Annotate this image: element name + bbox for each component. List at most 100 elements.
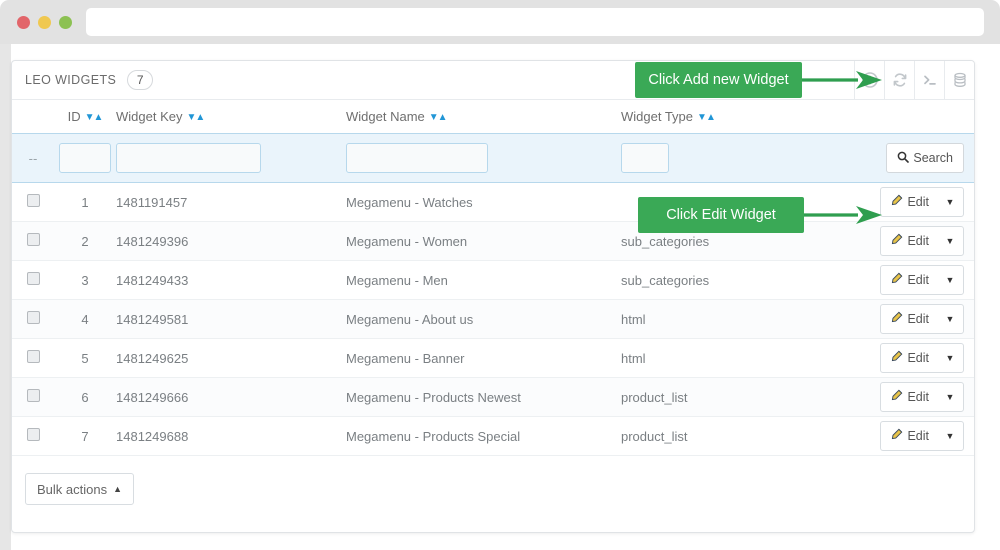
row-widget-key: 1481249625 (116, 339, 346, 378)
row-checkbox-cell (12, 261, 54, 300)
row-widget-type: html (621, 339, 831, 378)
header-widget-key[interactable]: Widget Key ▼▲ (116, 100, 346, 134)
row-widget-type: html (621, 300, 831, 339)
arrow-to-add-button (800, 68, 884, 92)
left-rail (0, 44, 11, 550)
edit-button[interactable]: Edit (881, 422, 937, 450)
edit-button[interactable]: Edit (881, 305, 937, 333)
bulk-actions-button[interactable]: Bulk actions ▲ (25, 473, 134, 505)
row-widget-key: 1481249688 (116, 417, 346, 456)
edit-button-group[interactable]: Edit▼ (880, 304, 964, 334)
table-row[interactable]: 71481249688Megamenu - Products Specialpr… (12, 417, 975, 456)
database-button[interactable] (944, 61, 974, 99)
row-select-checkbox[interactable] (27, 350, 40, 363)
header-actions-column (831, 100, 975, 134)
callout-add-new-widget: Click Add new Widget (635, 62, 802, 98)
minimize-window-button[interactable] (38, 16, 51, 29)
row-select-checkbox[interactable] (27, 389, 40, 402)
edit-button[interactable]: Edit (881, 344, 937, 372)
edit-button-group[interactable]: Edit▼ (880, 187, 964, 217)
browser-chrome (0, 0, 1000, 44)
callout-edit-widget: Click Edit Widget (638, 197, 804, 233)
edit-button[interactable]: Edit (881, 383, 937, 411)
header-id-label: ID (68, 109, 81, 124)
row-widget-name: Megamenu - About us (346, 300, 621, 339)
row-checkbox-cell (12, 222, 54, 261)
sort-arrows-widget-name[interactable]: ▼▲ (429, 112, 447, 123)
row-widget-key: 1481249666 (116, 378, 346, 417)
filter-dash-cell: -- (12, 134, 54, 183)
table-row[interactable]: 21481249396Megamenu - Womensub_categorie… (12, 222, 975, 261)
edit-dropdown-toggle[interactable]: ▼ (937, 188, 963, 216)
row-checkbox-cell (12, 417, 54, 456)
edit-button-group[interactable]: Edit▼ (880, 265, 964, 295)
row-actions: Edit▼ (831, 378, 975, 417)
edit-dropdown-toggle[interactable]: ▼ (937, 266, 963, 294)
row-select-checkbox[interactable] (27, 233, 40, 246)
edit-dropdown-toggle[interactable]: ▼ (937, 383, 963, 411)
table-row[interactable]: 31481249433Megamenu - Mensub_categoriesE… (12, 261, 975, 300)
table-row[interactable]: 61481249666Megamenu - Products Newestpro… (12, 378, 975, 417)
sort-arrows-widget-key[interactable]: ▼▲ (186, 112, 204, 123)
filter-widget-type-input[interactable] (621, 143, 669, 173)
page-title: LEO WIDGETS (25, 73, 116, 87)
close-window-button[interactable] (17, 16, 30, 29)
filter-widget-name-cell (346, 134, 621, 183)
address-bar-input[interactable] (86, 8, 984, 36)
window-traffic-lights (17, 16, 72, 29)
row-select-checkbox[interactable] (27, 428, 40, 441)
row-widget-name: Megamenu - Products Special (346, 417, 621, 456)
table-row[interactable]: 41481249581Megamenu - About ushtmlEdit▼ (12, 300, 975, 339)
pencil-icon (890, 350, 903, 366)
header-id[interactable]: ID ▼▲ (54, 100, 116, 134)
row-checkbox-cell (12, 339, 54, 378)
sort-arrows-id[interactable]: ▼▲ (85, 112, 103, 123)
filter-id-cell (54, 134, 116, 183)
edit-button-group[interactable]: Edit▼ (880, 343, 964, 373)
callout-edit-label: Click Edit Widget (666, 207, 776, 223)
search-button[interactable]: Search (886, 143, 964, 173)
row-widget-key: 1481249433 (116, 261, 346, 300)
header-widget-name-label: Widget Name (346, 109, 425, 124)
maximize-window-button[interactable] (59, 16, 72, 29)
edit-dropdown-toggle[interactable]: ▼ (937, 305, 963, 333)
row-checkbox-cell (12, 183, 54, 222)
row-id: 2 (54, 222, 116, 261)
pencil-icon (890, 311, 903, 327)
row-id: 1 (54, 183, 116, 222)
edit-dropdown-toggle[interactable]: ▼ (937, 227, 963, 255)
header-widget-key-label: Widget Key (116, 109, 182, 124)
row-actions: Edit▼ (831, 261, 975, 300)
filter-actions-cell: Search (831, 134, 975, 183)
edit-dropdown-toggle[interactable]: ▼ (937, 422, 963, 450)
row-id: 4 (54, 300, 116, 339)
filter-widget-key-input[interactable] (116, 143, 261, 173)
row-widget-name: Megamenu - Banner (346, 339, 621, 378)
row-actions: Edit▼ (831, 300, 975, 339)
edit-dropdown-toggle[interactable]: ▼ (937, 344, 963, 372)
row-actions: Edit▼ (831, 339, 975, 378)
sort-arrows-widget-type[interactable]: ▼▲ (697, 112, 715, 123)
bulk-actions-label: Bulk actions (37, 482, 107, 497)
row-select-checkbox[interactable] (27, 272, 40, 285)
table-row[interactable]: 51481249625Megamenu - BannerhtmlEdit▼ (12, 339, 975, 378)
edit-button-group[interactable]: Edit▼ (880, 382, 964, 412)
header-widget-name[interactable]: Widget Name ▼▲ (346, 100, 621, 134)
row-select-checkbox[interactable] (27, 311, 40, 324)
pencil-icon (890, 233, 903, 249)
refresh-button[interactable] (884, 61, 914, 99)
console-button[interactable] (914, 61, 944, 99)
filter-widget-name-input[interactable] (346, 143, 488, 173)
edit-button-group[interactable]: Edit▼ (880, 421, 964, 451)
header-widget-type[interactable]: Widget Type ▼▲ (621, 100, 831, 134)
edit-button[interactable]: Edit (881, 227, 937, 255)
row-id: 3 (54, 261, 116, 300)
header-widget-type-label: Widget Type (621, 109, 693, 124)
edit-button[interactable]: Edit (881, 266, 937, 294)
edit-button[interactable]: Edit (881, 188, 937, 216)
row-widget-name: Megamenu - Watches (346, 183, 621, 222)
edit-button-group[interactable]: Edit▼ (880, 226, 964, 256)
database-icon (952, 72, 968, 88)
filter-id-input[interactable] (59, 143, 111, 173)
row-select-checkbox[interactable] (27, 194, 40, 207)
